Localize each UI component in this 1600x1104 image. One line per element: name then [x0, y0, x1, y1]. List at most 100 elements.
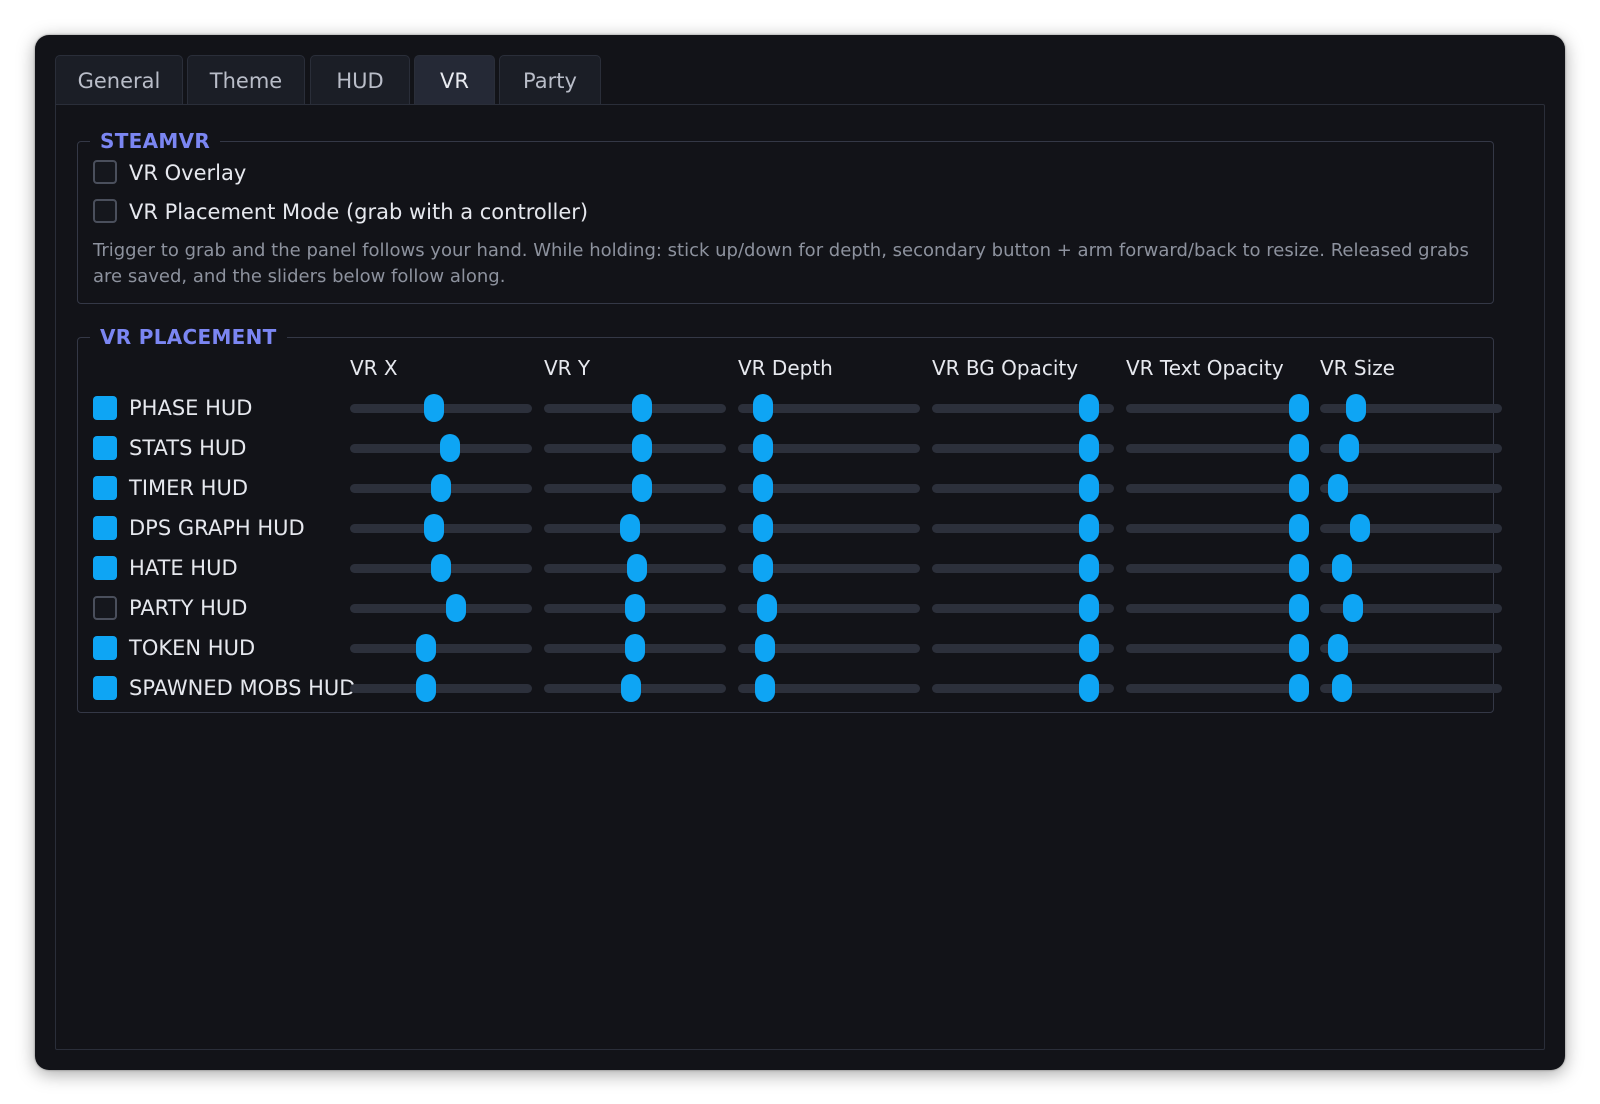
slider-timer-hud-vr-text-opacity[interactable]	[1126, 474, 1309, 502]
slider-thumb[interactable]	[1328, 474, 1349, 502]
slider-thumb[interactable]	[632, 434, 653, 462]
slider-thumb[interactable]	[757, 594, 778, 622]
slider-party-hud-vr-text-opacity[interactable]	[1126, 594, 1309, 622]
slider-thumb[interactable]	[1288, 474, 1309, 502]
slider-dps-graph-hud-vr-depth[interactable]	[738, 514, 920, 542]
slider-timer-hud-vr-size[interactable]	[1320, 474, 1502, 502]
vr-placement-mode-checkbox[interactable]	[93, 199, 117, 223]
slider-party-hud-vr-size[interactable]	[1320, 594, 1502, 622]
slider-thumb[interactable]	[1078, 474, 1099, 502]
slider-hate-hud-vr-y[interactable]	[544, 554, 726, 582]
slider-spawned-mobs-hud-vr-size[interactable]	[1320, 674, 1502, 702]
slider-thumb[interactable]	[431, 474, 451, 502]
slider-phase-hud-vr-depth[interactable]	[738, 394, 920, 422]
slider-thumb[interactable]	[1288, 434, 1309, 462]
slider-thumb[interactable]	[621, 674, 642, 702]
slider-dps-graph-hud-vr-size[interactable]	[1320, 514, 1502, 542]
slider-hate-hud-vr-size[interactable]	[1320, 554, 1502, 582]
slider-token-hud-vr-x[interactable]	[350, 634, 532, 662]
vr-overlay-checkbox[interactable]	[93, 160, 117, 184]
slider-timer-hud-vr-depth[interactable]	[738, 474, 920, 502]
slider-thumb[interactable]	[1288, 634, 1309, 662]
tab-party[interactable]: Party	[499, 55, 601, 105]
slider-party-hud-vr-depth[interactable]	[738, 594, 920, 622]
slider-phase-hud-vr-y[interactable]	[544, 394, 726, 422]
slider-hate-hud-vr-text-opacity[interactable]	[1126, 554, 1309, 582]
slider-stats-hud-vr-y[interactable]	[544, 434, 726, 462]
slider-party-hud-vr-y[interactable]	[544, 594, 726, 622]
slider-thumb[interactable]	[1346, 394, 1367, 422]
slider-token-hud-vr-bg-opacity[interactable]	[932, 634, 1114, 662]
slider-thumb[interactable]	[753, 474, 774, 502]
checkbox-party-hud[interactable]	[93, 596, 117, 620]
tab-vr[interactable]: VR	[414, 55, 495, 105]
slider-dps-graph-hud-vr-text-opacity[interactable]	[1126, 514, 1309, 542]
slider-thumb[interactable]	[1288, 514, 1309, 542]
slider-phase-hud-vr-bg-opacity[interactable]	[932, 394, 1114, 422]
slider-thumb[interactable]	[1078, 514, 1099, 542]
slider-thumb[interactable]	[753, 554, 774, 582]
slider-hate-hud-vr-bg-opacity[interactable]	[932, 554, 1114, 582]
slider-party-hud-vr-bg-opacity[interactable]	[932, 594, 1114, 622]
tab-theme[interactable]: Theme	[187, 55, 305, 105]
slider-dps-graph-hud-vr-x[interactable]	[350, 514, 532, 542]
slider-thumb[interactable]	[1288, 674, 1309, 702]
slider-stats-hud-vr-text-opacity[interactable]	[1126, 434, 1309, 462]
slider-thumb[interactable]	[755, 634, 776, 662]
slider-thumb[interactable]	[431, 554, 451, 582]
slider-timer-hud-vr-y[interactable]	[544, 474, 726, 502]
slider-thumb[interactable]	[1331, 554, 1352, 582]
slider-dps-graph-hud-vr-y[interactable]	[544, 514, 726, 542]
slider-thumb[interactable]	[625, 594, 645, 622]
slider-token-hud-vr-depth[interactable]	[738, 634, 920, 662]
slider-stats-hud-vr-bg-opacity[interactable]	[932, 434, 1114, 462]
slider-token-hud-vr-text-opacity[interactable]	[1126, 634, 1309, 662]
slider-thumb[interactable]	[625, 634, 645, 662]
slider-thumb[interactable]	[423, 394, 444, 422]
slider-party-hud-vr-x[interactable]	[350, 594, 532, 622]
slider-timer-hud-vr-x[interactable]	[350, 474, 532, 502]
checkbox-dps-graph-hud[interactable]	[93, 516, 117, 540]
slider-thumb[interactable]	[1288, 594, 1309, 622]
checkbox-spawned-mobs-hud[interactable]	[93, 676, 117, 700]
slider-stats-hud-vr-x[interactable]	[350, 434, 532, 462]
slider-thumb[interactable]	[1350, 514, 1371, 542]
checkbox-phase-hud[interactable]	[93, 396, 117, 420]
slider-hate-hud-vr-x[interactable]	[350, 554, 532, 582]
checkbox-hate-hud[interactable]	[93, 556, 117, 580]
slider-thumb[interactable]	[1078, 594, 1099, 622]
tab-hud[interactable]: HUD	[310, 55, 410, 105]
slider-token-hud-vr-y[interactable]	[544, 634, 726, 662]
checkbox-token-hud[interactable]	[93, 636, 117, 660]
slider-thumb[interactable]	[423, 514, 444, 542]
slider-timer-hud-vr-bg-opacity[interactable]	[932, 474, 1114, 502]
tab-general[interactable]: General	[55, 55, 183, 105]
slider-thumb[interactable]	[1078, 554, 1099, 582]
slider-spawned-mobs-hud-vr-depth[interactable]	[738, 674, 920, 702]
slider-phase-hud-vr-size[interactable]	[1320, 394, 1502, 422]
slider-thumb[interactable]	[626, 554, 647, 582]
slider-thumb[interactable]	[753, 394, 774, 422]
slider-thumb[interactable]	[1331, 674, 1352, 702]
slider-phase-hud-vr-text-opacity[interactable]	[1126, 394, 1309, 422]
slider-thumb[interactable]	[1288, 554, 1309, 582]
slider-thumb[interactable]	[619, 514, 640, 542]
checkbox-stats-hud[interactable]	[93, 436, 117, 460]
slider-thumb[interactable]	[753, 434, 774, 462]
slider-thumb[interactable]	[1078, 434, 1099, 462]
slider-thumb[interactable]	[416, 674, 437, 702]
slider-thumb[interactable]	[1078, 634, 1099, 662]
slider-token-hud-vr-size[interactable]	[1320, 634, 1502, 662]
checkbox-timer-hud[interactable]	[93, 476, 117, 500]
slider-thumb[interactable]	[1078, 674, 1099, 702]
slider-thumb[interactable]	[1339, 434, 1360, 462]
slider-phase-hud-vr-x[interactable]	[350, 394, 532, 422]
slider-spawned-mobs-hud-vr-text-opacity[interactable]	[1126, 674, 1309, 702]
slider-thumb[interactable]	[445, 594, 466, 622]
slider-spawned-mobs-hud-vr-y[interactable]	[544, 674, 726, 702]
slider-spawned-mobs-hud-vr-x[interactable]	[350, 674, 532, 702]
slider-thumb[interactable]	[1342, 594, 1363, 622]
slider-thumb[interactable]	[440, 434, 461, 462]
slider-spawned-mobs-hud-vr-bg-opacity[interactable]	[932, 674, 1114, 702]
slider-thumb[interactable]	[632, 474, 653, 502]
